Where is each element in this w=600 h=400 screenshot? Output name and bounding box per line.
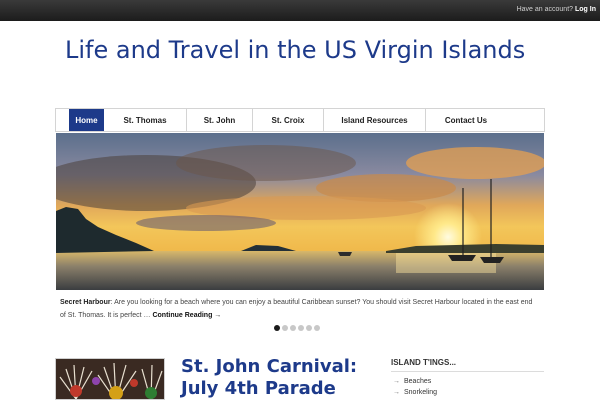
nav-item-contact-us[interactable]: Contact Us [426, 109, 506, 131]
nav-item-label: Home [75, 115, 98, 125]
arrow-right-icon: → [393, 378, 400, 385]
top-account-bar: Have an account? Log In [0, 0, 600, 21]
slide-caption-text: : Are you looking for a beach where you … [60, 299, 533, 319]
sunset-harbour-image [56, 133, 544, 290]
slider-pagination [274, 325, 320, 331]
featured-slider-image[interactable] [56, 133, 544, 290]
sidebar-item-beaches[interactable]: → Beaches [393, 376, 437, 387]
widget-divider [391, 371, 544, 372]
account-prompt-text: Have an account? [516, 6, 574, 13]
slide-caption-title[interactable]: Secret Harbour [60, 299, 111, 306]
slider-dot[interactable] [306, 325, 312, 331]
nav-item-label: Island Resources [341, 115, 408, 125]
slider-dot[interactable] [282, 325, 288, 331]
sidebar-widget-title: ISLAND T'INGS... [391, 358, 457, 367]
nav-item-label: St. Thomas [123, 115, 167, 125]
slider-dot[interactable] [290, 325, 296, 331]
sidebar-item-snorkeling[interactable]: → Snorkeling [393, 387, 437, 398]
slider-dot[interactable] [298, 325, 304, 331]
post-thumbnail[interactable] [55, 358, 165, 400]
nav-item-label: Contact Us [444, 115, 488, 125]
sidebar-widget-list: → Beaches → Snorkeling [393, 376, 437, 398]
sidebar-item-label: Beaches [404, 378, 432, 385]
arrow-right-icon: → [393, 389, 400, 396]
nav-item-st-thomas[interactable]: St. Thomas [104, 109, 187, 131]
main-navigation: Home St. Thomas St. John St. Croix Islan… [55, 108, 545, 132]
sidebar-item-label: Snorkeling [404, 389, 438, 396]
nav-item-st-john[interactable]: St. John [187, 109, 253, 131]
nav-item-label: St. John [203, 115, 236, 125]
continue-reading-link[interactable]: Continue Reading → [152, 312, 221, 319]
site-title[interactable]: Life and Travel in the US Virgin Islands [65, 36, 525, 64]
post-title-link[interactable]: St. John Carnival: July 4th Parade [181, 356, 381, 400]
slide-caption: Secret Harbour: Are you looking for a be… [60, 296, 540, 322]
slider-dot[interactable] [314, 325, 320, 331]
nav-item-home[interactable]: Home [69, 109, 104, 131]
carnival-costume-image [56, 359, 164, 399]
slider-dot[interactable] [274, 325, 280, 331]
nav-item-island-resources[interactable]: Island Resources [324, 109, 426, 131]
account-prompt: Have an account? Log In [517, 6, 596, 13]
nav-item-label: St. Croix [271, 115, 305, 125]
login-link[interactable]: Log In [575, 6, 596, 13]
nav-item-st-croix[interactable]: St. Croix [253, 109, 324, 131]
